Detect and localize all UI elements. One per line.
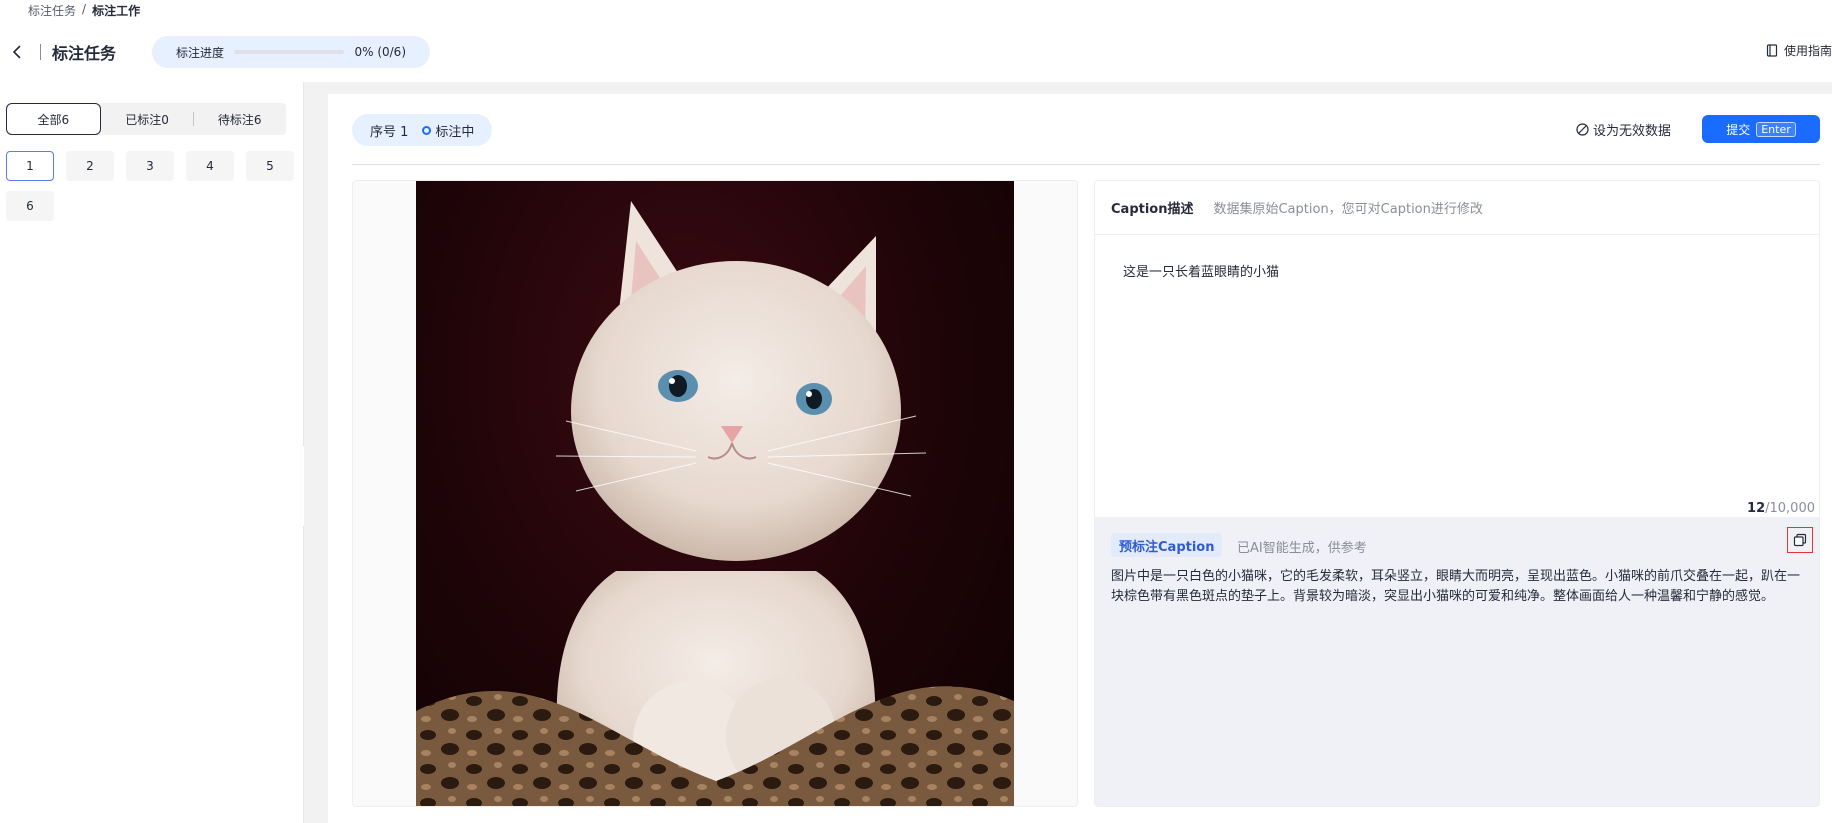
- progress-indicator: 标注进度 0% (0/6): [152, 36, 430, 68]
- sequence-label: 序号 1: [370, 124, 409, 140]
- pre-caption-section: 预标注Caption 已AI智能生成，供参考 图片中是一只白色的小猫咪，它的毛发…: [1095, 517, 1819, 806]
- divider: [352, 164, 1820, 165]
- user-guide-label: 使用指南: [1783, 44, 1832, 58]
- annotation-card: 序号 1 标注中 设为无效数据 提交 Enter Caption描述 数据集原始…: [328, 94, 1832, 823]
- item-cell[interactable]: 5: [246, 151, 294, 181]
- book-icon: [1766, 44, 1778, 57]
- breadcrumb-separator: /: [82, 2, 87, 16]
- filter-tab-done[interactable]: 已标注0: [101, 103, 194, 135]
- character-count-value: 12: [1747, 501, 1766, 516]
- kitten-image[interactable]: [416, 181, 1014, 806]
- mark-invalid-label: 设为无效数据: [1593, 124, 1672, 139]
- item-cell[interactable]: 4: [186, 151, 234, 181]
- filter-tab-pending[interactable]: 待标注6: [193, 103, 286, 135]
- pre-caption-text: 图片中是一只白色的小猫咪，它的毛发柔软，耳朵竖立，眼睛大而明亮，呈现出蓝色。小猫…: [1111, 569, 1801, 604]
- page-title: 标注任务: [52, 44, 117, 63]
- caption-editor[interactable]: 这是一只长着蓝眼睛的小猫: [1123, 261, 1279, 280]
- caption-header: Caption描述 数据集原始Caption，您可对Caption进行修改: [1095, 181, 1819, 235]
- status-dot-icon: [422, 125, 432, 135]
- breadcrumb: 标注任务 / 标注工作: [28, 2, 140, 19]
- status-badge: 标注中: [422, 121, 474, 140]
- pre-caption-note: 已AI智能生成，供参考: [1237, 541, 1367, 556]
- caption-panel: Caption描述 数据集原始Caption，您可对Caption进行修改 这是…: [1094, 180, 1820, 807]
- ban-icon: [1576, 123, 1589, 136]
- caption-subtitle: 数据集原始Caption，您可对Caption进行修改: [1213, 202, 1483, 217]
- pre-caption-badge: 预标注Caption: [1111, 533, 1223, 557]
- item-cell[interactable]: 3: [126, 151, 174, 181]
- submit-label: 提交: [1726, 122, 1751, 137]
- item-grid: 1 2 3 4 5 6: [6, 151, 296, 221]
- page-header: 标注任务 标注进度 0% (0/6) 使用指南: [0, 24, 1832, 80]
- filter-tabs: 全部6 已标注0 待标注6: [6, 103, 286, 135]
- filter-tab-all[interactable]: 全部6: [6, 103, 101, 135]
- progress-value: 0% (0/6): [354, 45, 406, 59]
- user-guide-link[interactable]: 使用指南: [1766, 42, 1832, 59]
- caption-title: Caption描述: [1111, 202, 1194, 217]
- back-button[interactable]: [10, 42, 26, 62]
- character-count: 12/10,000: [1747, 501, 1815, 516]
- item-list-panel: 全部6 已标注0 待标注6 1 2 3 4 5 6: [0, 82, 304, 823]
- mark-invalid-button[interactable]: 设为无效数据: [1576, 120, 1671, 139]
- sequence-indicator: 序号 1 标注中: [352, 114, 493, 146]
- chevron-left-icon: [12, 45, 21, 59]
- item-cell[interactable]: 1: [6, 151, 54, 181]
- header-divider: [40, 44, 41, 60]
- progress-bar: [234, 50, 345, 54]
- character-count-max: /10,000: [1765, 501, 1815, 516]
- progress-label: 标注进度: [176, 45, 225, 60]
- image-panel: [352, 180, 1078, 807]
- submit-button[interactable]: 提交 Enter: [1702, 115, 1820, 143]
- copy-icon: [1793, 533, 1807, 547]
- breadcrumb-parent[interactable]: 标注任务: [28, 2, 76, 19]
- status-label: 标注中: [435, 124, 475, 140]
- item-cell[interactable]: 6: [6, 191, 54, 221]
- item-cell[interactable]: 2: [66, 151, 114, 181]
- submit-shortcut: Enter: [1756, 121, 1796, 137]
- copy-button[interactable]: [1787, 527, 1813, 553]
- breadcrumb-current: 标注工作: [92, 4, 141, 18]
- main-area: 序号 1 标注中 设为无效数据 提交 Enter Caption描述 数据集原始…: [304, 82, 1832, 823]
- kitten-illustration: [416, 201, 1014, 806]
